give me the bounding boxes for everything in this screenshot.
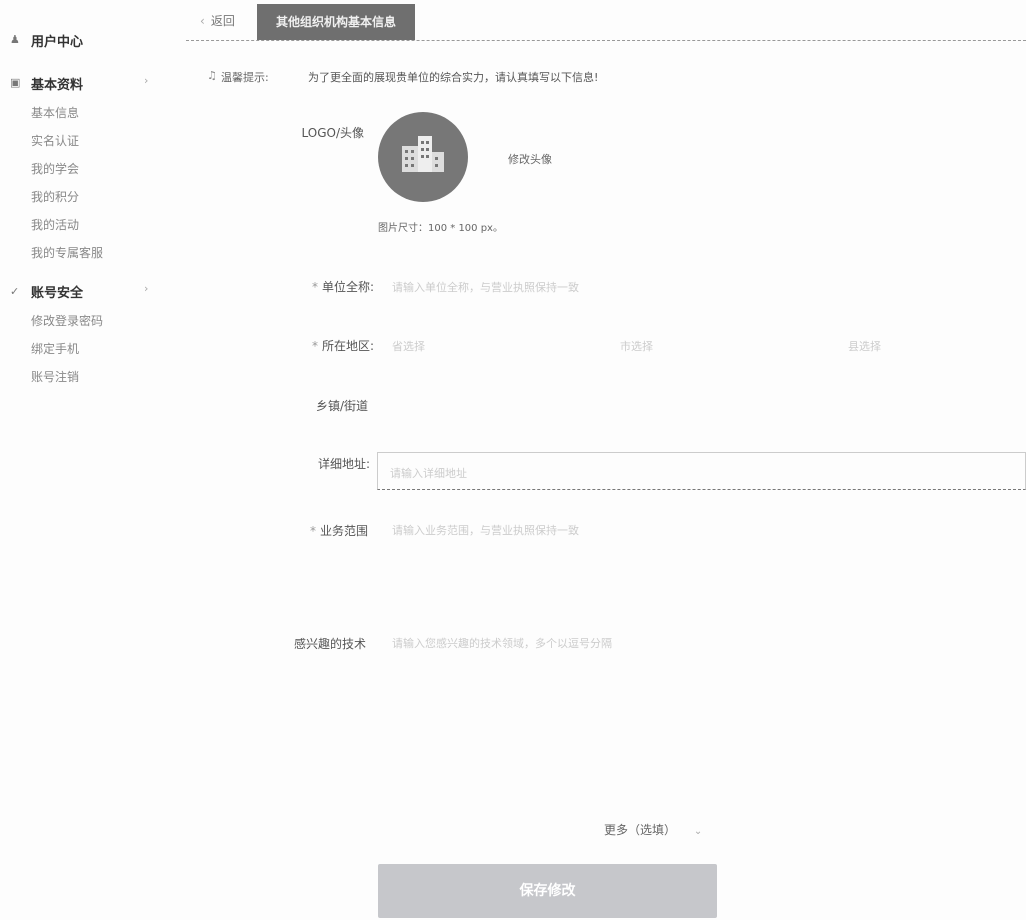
avatar[interactable]: [378, 112, 468, 202]
back-label: 返回: [210, 14, 235, 28]
tech-interest-input[interactable]: 请输入您感兴趣的技术领域，多个以逗号分隔: [392, 635, 612, 651]
org-name-label: * 单位全称:: [311, 280, 374, 294]
sidebar-item-my-activities[interactable]: 我的活动: [31, 216, 79, 233]
user-icon: ♟: [10, 33, 20, 46]
address-label: 详细地址:: [317, 457, 370, 471]
province-select[interactable]: 省选择: [392, 338, 425, 354]
sidebar-section-account-security[interactable]: 账号安全: [31, 282, 83, 301]
town-label: 乡镇/街道: [315, 399, 368, 413]
sidebar-item-deactivate[interactable]: 账号注销: [31, 368, 79, 385]
sidebar-user-center[interactable]: 用户中心: [31, 31, 83, 50]
tab-divider: [186, 40, 1026, 41]
tip-text: 为了更全面的展现贵单位的综合实力，请认真填写以下信息!: [308, 71, 599, 84]
change-avatar-link[interactable]: 修改头像: [508, 151, 552, 167]
back-button[interactable]: ‹ 返回: [200, 12, 235, 29]
sidebar-item-my-society[interactable]: 我的学会: [31, 160, 79, 177]
org-name-input[interactable]: 请输入单位全称，与营业执照保持一致: [392, 279, 579, 295]
sidebar-item-customer-service[interactable]: 我的专属客服: [31, 244, 103, 261]
more-label: 更多（选填）: [604, 823, 677, 837]
business-scope-input[interactable]: 请输入业务范围，与营业执照保持一致: [392, 522, 579, 538]
sidebar-item-real-name[interactable]: 实名认证: [31, 132, 79, 149]
city-select[interactable]: 市选择: [620, 338, 653, 354]
district-select[interactable]: 县选择: [848, 338, 881, 354]
sidebar-item-my-points[interactable]: 我的积分: [31, 188, 79, 205]
sidebar-section-basic-info[interactable]: 基本资料: [31, 74, 83, 93]
profile-card-icon: ▣: [10, 76, 21, 89]
building-icon: [402, 136, 444, 172]
tab-org-basic-info[interactable]: 其他组织机构基本信息: [257, 4, 415, 40]
image-size-hint: 图片尺寸：100 * 100 px。: [378, 223, 503, 234]
save-button[interactable]: 保存修改: [378, 864, 717, 918]
address-textarea[interactable]: 请输入详细地址: [377, 452, 1026, 490]
business-scope-label: * 业务范围: [309, 524, 368, 538]
chevron-right-icon: ›: [144, 282, 149, 295]
chevron-right-icon: ›: [144, 74, 149, 87]
logo-label: LOGO/头像: [301, 126, 365, 140]
more-optional-toggle[interactable]: 更多（选填） ⌄: [604, 821, 702, 838]
sidebar-item-change-password[interactable]: 修改登录密码: [31, 312, 103, 329]
bell-icon: ♫: [207, 69, 217, 82]
check-icon: ✓: [10, 285, 20, 298]
sidebar-item-bind-phone[interactable]: 绑定手机: [31, 340, 79, 357]
address-placeholder: 请输入详细地址: [390, 467, 467, 480]
sidebar-item-basic-info[interactable]: 基本信息: [31, 104, 79, 121]
tip-label: 温馨提示:: [221, 71, 269, 84]
chevron-left-icon: ‹: [200, 14, 205, 28]
chevron-down-icon: ⌄: [693, 826, 703, 837]
tech-interest-label: 感兴趣的技术: [293, 637, 366, 651]
region-label: * 所在地区:: [311, 339, 374, 353]
